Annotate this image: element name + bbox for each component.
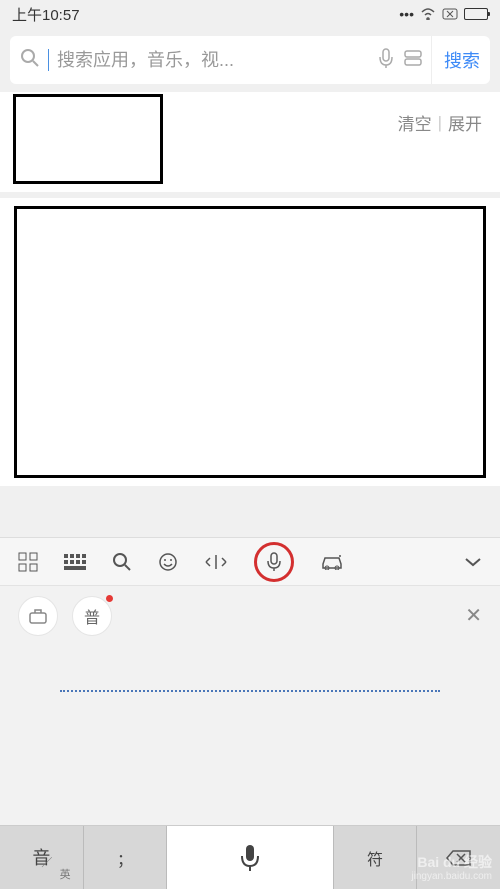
keyboard-panel: 普 ✕ 音 ／ 英 ； 符 <box>0 537 500 889</box>
battery-icon <box>464 8 488 20</box>
grid-icon[interactable] <box>18 552 38 572</box>
status-bar: 上午10:57 ••• <box>0 0 500 28</box>
lang-slash: ／ <box>41 858 52 869</box>
chevron-down-icon[interactable] <box>464 557 482 567</box>
top-actions: 清空 | 展开 <box>398 110 482 135</box>
scan-icon[interactable] <box>403 49 423 72</box>
close-box-icon <box>442 8 458 20</box>
cursor-move-icon[interactable] <box>204 553 228 571</box>
status-icons: ••• <box>399 6 488 22</box>
search-icon <box>20 48 40 73</box>
close-icon[interactable]: ✕ <box>465 603 482 628</box>
search-button[interactable]: 搜索 <box>431 36 480 84</box>
clear-button[interactable]: 清空 <box>398 110 432 135</box>
highlight-box-1 <box>13 94 163 184</box>
search-bar: 搜索 <box>10 36 490 84</box>
status-time: 上午10:57 <box>12 4 80 25</box>
watermark-url: jingyan.baidu.com <box>411 871 492 883</box>
language-key[interactable]: 音 ／ 英 <box>0 826 84 889</box>
keyboard-toolbar <box>0 537 500 585</box>
divider: | <box>438 113 442 133</box>
suggestion-area: 清空 | 展开 <box>0 92 500 192</box>
voice-waveform <box>0 645 500 735</box>
lang-sub-label: 英 <box>60 870 71 881</box>
keyboard-secondary: 普 ✕ <box>0 585 500 645</box>
voice-key[interactable] <box>167 826 333 889</box>
wifi-icon <box>420 8 436 20</box>
search-tool-icon[interactable] <box>112 552 132 572</box>
mic-icon[interactable] <box>377 47 395 74</box>
expand-button[interactable]: 展开 <box>448 110 482 135</box>
watermark-logo: Bai du 经验 <box>411 854 492 871</box>
watermark: Bai du 经验 jingyan.baidu.com <box>411 854 492 883</box>
symbol-key[interactable]: 符 <box>334 826 418 889</box>
semicolon-label: ； <box>117 846 133 870</box>
symbol-label: 符 <box>367 846 383 870</box>
language-chip[interactable]: 普 <box>72 596 112 636</box>
emoji-icon[interactable] <box>158 552 178 572</box>
mic-tool-icon[interactable] <box>254 542 294 582</box>
waveform-line <box>60 688 440 692</box>
mic-key-icon <box>239 843 261 873</box>
content-area: 清空 | 展开 <box>0 92 500 486</box>
car-icon[interactable] <box>320 554 344 570</box>
search-input[interactable] <box>57 50 369 71</box>
keyboard-icon[interactable] <box>64 554 86 570</box>
semicolon-key[interactable]: ； <box>84 826 168 889</box>
briefcase-chip[interactable] <box>18 596 58 636</box>
more-icon: ••• <box>399 6 414 22</box>
highlight-box-2 <box>14 206 486 478</box>
main-content <box>0 198 500 486</box>
text-cursor <box>48 49 49 71</box>
